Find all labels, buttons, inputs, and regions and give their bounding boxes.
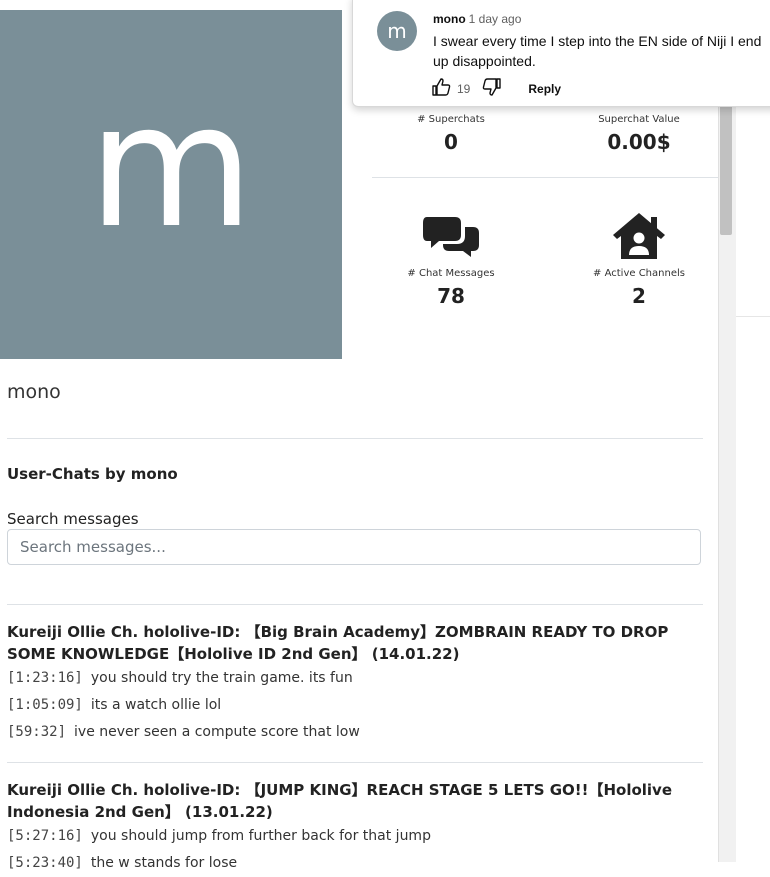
chat-message: [1:23:16] you should try the train game. … [7, 665, 703, 692]
comment-meta: mono 1 day ago [433, 12, 521, 26]
stat-value: 0 [444, 130, 458, 154]
stream-divider [7, 762, 703, 763]
reply-button[interactable]: Reply [528, 82, 561, 96]
stat-active-channels: # Active Channels 2 [554, 210, 724, 308]
house-user-icon [554, 210, 724, 262]
stream-title[interactable]: Kureiji Ollie Ch. hololive-ID: 【JUMP KIN… [7, 779, 703, 823]
search-input[interactable] [7, 529, 701, 565]
comment-text: I swear every time I step into the EN si… [433, 33, 762, 69]
stat-label: # Chat Messages [407, 268, 495, 279]
stat-value: 2 [632, 284, 646, 308]
stat-label: # Active Channels [593, 268, 685, 279]
message-timestamp[interactable]: [5:23:40] [7, 855, 83, 871]
stat-value: 78 [437, 284, 465, 308]
like-count: 19 [457, 81, 471, 96]
comment-actions: 19 Reply [431, 77, 561, 100]
chat-message: [5:23:40] the w stands for lose [7, 850, 703, 877]
thumbs-down-icon[interactable] [482, 77, 502, 100]
stat-label: Superchat Value [598, 114, 680, 125]
stream-block: Kureiji Ollie Ch. hololive-ID: 【Big Brai… [7, 621, 703, 746]
avatar-letter: m [88, 67, 254, 266]
message-timestamp[interactable]: [1:05:09] [7, 697, 83, 713]
profile-username: mono [7, 381, 61, 403]
stat-label: # Superchats [417, 114, 485, 125]
scrollbar-thumb[interactable] [720, 105, 732, 235]
stat-value: 0.00$ [607, 130, 671, 154]
section-divider [7, 438, 703, 439]
user-chats-heading: User-Chats by mono [7, 465, 178, 483]
message-timestamp[interactable]: [1:23:16] [7, 670, 83, 686]
message-text: ive never seen a compute score that low [74, 724, 360, 740]
thumbs-up-icon[interactable] [431, 77, 451, 100]
user-avatar: m [0, 10, 342, 359]
message-timestamp[interactable]: [59:32] [7, 724, 66, 740]
stats-divider [372, 177, 718, 178]
comment-time[interactable]: 1 day ago [469, 12, 522, 26]
right-panel-divider [736, 316, 770, 317]
comment-avatar[interactable]: m [377, 11, 417, 51]
message-timestamp[interactable]: [5:27:16] [7, 828, 83, 844]
message-text: the w stands for lose [90, 855, 238, 871]
stat-chat-messages: # Chat Messages 78 [366, 210, 536, 308]
chat-message: [59:32] ive never seen a compute score th… [7, 719, 703, 746]
search-label: Search messages [7, 510, 139, 528]
comment-popup: m mono 1 day ago I swear every time I ste… [352, 0, 770, 107]
stream-block: Kureiji Ollie Ch. hololive-ID: 【JUMP KIN… [7, 779, 703, 877]
stat-superchat-value: Superchat Value 0.00$ [554, 114, 724, 154]
stream-divider [7, 604, 703, 605]
comment-author[interactable]: mono [433, 12, 466, 26]
comments-icon [366, 210, 536, 262]
stat-superchats: # Superchats 0 [366, 114, 536, 154]
message-text: you should try the train game. its fun [90, 670, 353, 686]
message-text: you should jump from further back for th… [90, 828, 431, 844]
chat-message: [5:27:16] you should jump from further ba… [7, 823, 703, 850]
chat-message: [1:05:09] its a watch ollie lol [7, 692, 703, 719]
stream-title[interactable]: Kureiji Ollie Ch. hololive-ID: 【Big Brai… [7, 621, 703, 665]
message-text: its a watch ollie lol [90, 697, 222, 713]
